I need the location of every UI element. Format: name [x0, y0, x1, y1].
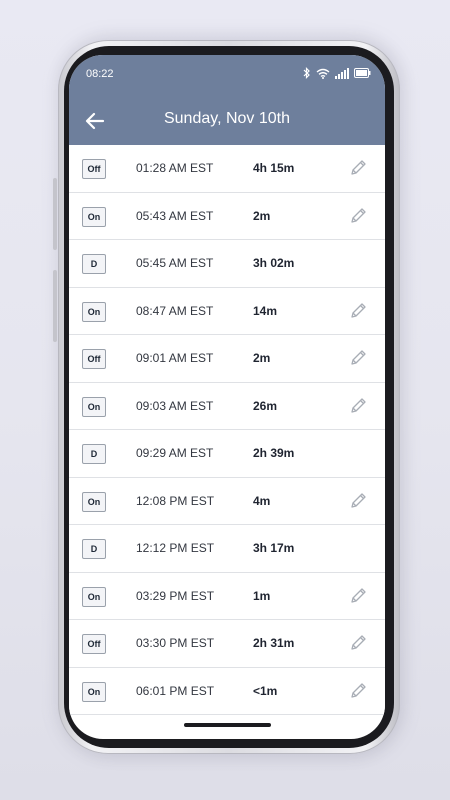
event-duration: <1m — [253, 683, 278, 698]
status-badge: D — [82, 254, 106, 274]
event-duration: 14m — [253, 303, 278, 318]
event-time: 09:03 AM EST — [136, 398, 214, 413]
status-badge: On — [82, 301, 106, 322]
event-row[interactable]: On 05:43 AM EST 2m — [69, 192, 385, 240]
signal-icon — [335, 67, 349, 79]
edit-pencil-icon[interactable] — [348, 491, 368, 511]
event-row[interactable]: On 12:08 PM EST 4m — [69, 477, 385, 525]
event-row[interactable]: D 12:12 PM EST 3h 17m — [69, 525, 385, 573]
event-row[interactable]: Off 09:01 AM EST 2m — [69, 335, 385, 383]
status-badge: D — [82, 444, 106, 464]
event-row[interactable]: On 08:47 AM EST 14m — [69, 287, 385, 335]
status-time: 08:22 — [86, 68, 114, 80]
event-duration: 4h 15m — [253, 161, 295, 175]
edit-pencil-icon[interactable] — [348, 586, 368, 606]
event-time: 12:12 PM EST — [136, 541, 215, 555]
event-row[interactable]: On 03:29 PM EST 1m — [69, 572, 385, 620]
side-power-button — [53, 270, 57, 342]
event-row[interactable]: Off 01:28 AM EST 4h 15m — [69, 145, 385, 193]
event-time: 03:30 PM EST — [136, 636, 215, 650]
event-row[interactable]: On 09:03 AM EST 26m — [69, 382, 385, 430]
status-badge: Off — [82, 634, 106, 654]
event-duration: 1m — [253, 588, 271, 603]
event-duration: 2m — [253, 208, 271, 223]
edit-pencil-icon[interactable] — [348, 348, 368, 368]
status-badge: On — [82, 681, 106, 702]
status-icons — [302, 67, 371, 79]
status-badge: Off — [82, 349, 106, 369]
wifi-icon — [316, 68, 330, 79]
event-time: 01:28 AM EST — [136, 161, 214, 175]
event-duration: 2m — [253, 351, 271, 365]
event-duration: 2h 31m — [253, 636, 295, 650]
status-badge: On — [82, 396, 106, 417]
event-time: 09:29 AM EST — [136, 446, 214, 460]
status-badge: On — [82, 586, 106, 607]
edit-pencil-icon[interactable] — [348, 301, 368, 321]
event-row[interactable]: D 09:29 AM EST 2h 39m — [69, 430, 385, 478]
event-row[interactable]: D 05:45 AM EST 3h 02m — [69, 240, 385, 288]
status-badge: On — [82, 206, 106, 227]
event-duration: 2h 39m — [253, 446, 295, 460]
app-header: 08:22 Sunday, Nov 10th — [69, 55, 385, 145]
event-duration: 26m — [253, 398, 278, 413]
event-time: 12:08 PM EST — [136, 493, 215, 508]
home-indicator[interactable] — [184, 723, 271, 727]
event-time: 09:01 AM EST — [136, 351, 214, 365]
edit-pencil-icon[interactable] — [348, 681, 368, 701]
app-screen: 08:22 Sunday, Nov 10th Off 01:28 AM EST … — [69, 55, 385, 739]
event-time: 03:29 PM EST — [136, 588, 215, 603]
status-badge: Off — [82, 159, 106, 179]
event-time: 06:01 PM EST — [136, 683, 215, 698]
edit-pencil-icon[interactable] — [348, 633, 368, 653]
battery-icon — [354, 68, 371, 78]
event-time: 05:43 AM EST — [136, 208, 214, 223]
event-time: 08:47 AM EST — [136, 303, 214, 318]
event-time: 05:45 AM EST — [136, 256, 214, 270]
bluetooth-icon — [303, 67, 310, 79]
event-duration: 4m — [253, 493, 271, 508]
event-row[interactable]: On 06:01 PM EST <1m — [69, 667, 385, 715]
edit-pencil-icon[interactable] — [348, 206, 368, 226]
event-list: Off 01:28 AM EST 4h 15m On 05:43 AM EST 2m D 05… — [69, 145, 385, 715]
event-row[interactable]: Off 03:30 PM EST 2h 31m — [69, 620, 385, 668]
status-badge: D — [82, 539, 106, 559]
status-badge: On — [82, 491, 106, 512]
page-title: Sunday, Nov 10th — [163, 110, 290, 127]
edit-pencil-icon[interactable] — [348, 396, 368, 416]
event-duration: 3h 17m — [253, 541, 295, 555]
side-volume-button — [53, 178, 57, 250]
edit-pencil-icon[interactable] — [348, 158, 368, 178]
event-duration: 3h 02m — [253, 256, 295, 270]
